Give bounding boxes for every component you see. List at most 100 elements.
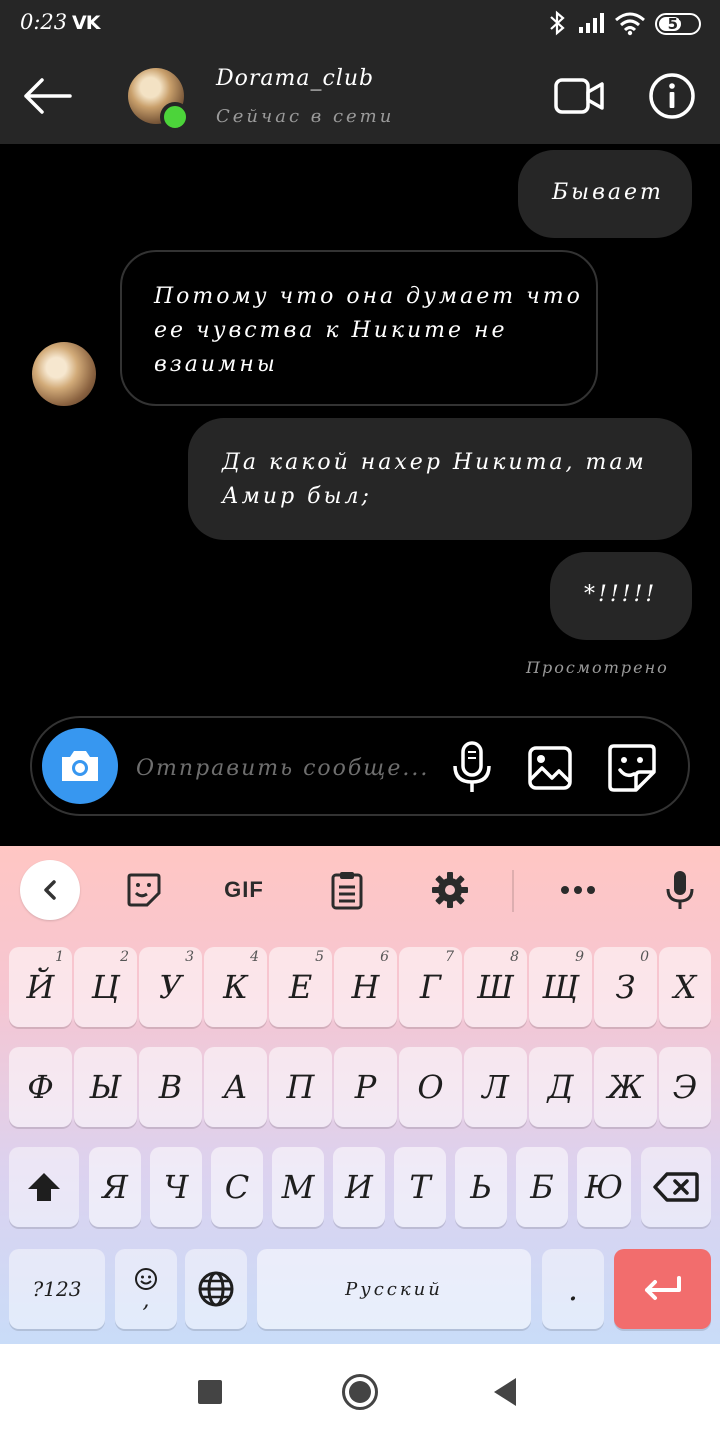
message-incoming[interactable]: Потому что она думает что ее чувства к Н… (120, 250, 598, 406)
key[interactable]: О (399, 1047, 462, 1127)
message-text-line: ее чувства к Никите не (154, 318, 508, 343)
key[interactable]: Й1 (9, 947, 72, 1027)
status-bar: 0:23 VK 57 (0, 0, 720, 48)
message-text-line: взаимны (154, 352, 278, 377)
comma-label: , (142, 1288, 150, 1313)
key[interactable]: Я (89, 1147, 141, 1227)
clipboard-icon (331, 872, 363, 910)
backspace-key[interactable] (641, 1147, 711, 1227)
key[interactable]: Ы (74, 1047, 137, 1127)
key[interactable]: Ф (9, 1047, 72, 1127)
message-outgoing[interactable]: *!!!!! (550, 552, 692, 640)
settings-icon (432, 872, 468, 908)
key[interactable]: Д (529, 1047, 592, 1127)
wifi-icon (615, 12, 645, 36)
message-list[interactable]: Бывает Потому что она думает что ее чувс… (0, 144, 720, 846)
key[interactable]: Э (659, 1047, 711, 1127)
more-icon (561, 886, 595, 894)
key[interactable]: Г7 (399, 947, 462, 1027)
key[interactable]: Н6 (334, 947, 397, 1027)
gif-icon: GIF (224, 877, 264, 902)
camera-button[interactable] (42, 728, 118, 804)
message-outgoing[interactable]: Бывает (518, 150, 692, 238)
sticker-icon[interactable] (606, 742, 658, 794)
kb-gif-button[interactable]: GIF (218, 868, 270, 912)
language-key[interactable] (185, 1249, 247, 1329)
status-time: 0:23 (20, 10, 68, 34)
key[interactable]: Ю (577, 1147, 631, 1227)
message-text-line: Потому что она думает что (154, 284, 583, 309)
vk-icon: VK (72, 12, 100, 34)
key[interactable]: Е5 (269, 947, 332, 1027)
system-nav-bar (0, 1344, 720, 1440)
message-input[interactable] (136, 748, 436, 788)
chevron-left-icon (44, 880, 56, 900)
battery-icon: 57 (655, 13, 701, 35)
online-indicator (160, 102, 190, 132)
info-icon[interactable] (648, 72, 696, 120)
period-key[interactable]: . (542, 1249, 604, 1329)
recents-icon[interactable] (198, 1380, 222, 1404)
key[interactable]: В (139, 1047, 202, 1127)
message-composer (30, 716, 690, 816)
video-call-icon[interactable] (552, 74, 606, 118)
key[interactable]: Ж (594, 1047, 657, 1127)
kb-sticker-button[interactable] (122, 868, 166, 912)
keyboard: GIF Й 1 Ц 2 У 3 К 4 Е 5 Н 6 Г 7 Ш 8 Щ 9 … (0, 846, 720, 1344)
space-key[interactable]: Русский (257, 1249, 531, 1329)
kb-voice-button[interactable] (658, 868, 702, 912)
key[interactable]: З0 (594, 947, 657, 1027)
key[interactable]: С (211, 1147, 263, 1227)
key[interactable]: К4 (204, 947, 267, 1027)
key[interactable]: Т (394, 1147, 446, 1227)
globe-icon (198, 1271, 234, 1307)
home-icon-inner (349, 1381, 371, 1403)
kb-settings-button[interactable] (428, 868, 472, 912)
backspace-icon (653, 1172, 699, 1202)
emoji-comma-key[interactable]: , (115, 1249, 177, 1329)
collapse-toolbar-button[interactable] (20, 860, 80, 920)
key[interactable]: Р (334, 1047, 397, 1127)
key[interactable]: Л (464, 1047, 527, 1127)
sender-avatar[interactable] (32, 342, 96, 406)
key[interactable]: Щ9 (529, 947, 592, 1027)
chat-header: Dorama_club Сейчас в сети (0, 48, 720, 144)
key[interactable]: Ш8 (464, 947, 527, 1027)
symbols-key[interactable]: ?123 (9, 1249, 105, 1329)
kb-more-button[interactable] (556, 868, 600, 912)
shift-icon (28, 1173, 60, 1201)
key[interactable]: У3 (139, 947, 202, 1027)
enter-key[interactable] (614, 1249, 711, 1329)
kb-clipboard-button[interactable] (325, 868, 369, 912)
message-text: *!!!!! (584, 582, 658, 607)
key[interactable]: Ц2 (74, 947, 137, 1027)
key[interactable]: Ч (150, 1147, 202, 1227)
message-text-line: Амир был; (222, 484, 372, 509)
seen-label: Просмотрено (526, 658, 669, 677)
sticker-icon (127, 873, 161, 907)
message-text-line: Да какой нахер Никита, там (222, 450, 647, 475)
message-outgoing[interactable]: Да какой нахер Никита, там Амир был; (188, 418, 692, 540)
shift-key[interactable] (9, 1147, 79, 1227)
signal-icon (579, 13, 604, 33)
back-arrow-icon[interactable] (20, 74, 74, 118)
microphone-icon (666, 871, 694, 909)
key[interactable]: А (204, 1047, 267, 1127)
key[interactable]: Х (659, 947, 711, 1027)
back-icon[interactable] (494, 1378, 516, 1406)
home-icon[interactable] (342, 1374, 378, 1410)
battery-level: 57 (667, 15, 689, 33)
key[interactable]: Ь (455, 1147, 507, 1227)
toolbar-divider (512, 870, 514, 912)
gallery-icon[interactable] (526, 744, 574, 792)
key[interactable]: П (269, 1047, 332, 1127)
contact-status: Сейчас в сети (216, 106, 395, 127)
microphone-icon[interactable] (450, 740, 494, 794)
contact-name[interactable]: Dorama_club (216, 66, 374, 91)
keyboard-toolbar: GIF (0, 846, 720, 934)
key[interactable]: Б (516, 1147, 568, 1227)
key[interactable]: И (333, 1147, 385, 1227)
enter-icon (644, 1276, 681, 1300)
key[interactable]: М (272, 1147, 324, 1227)
camera-icon (62, 751, 98, 781)
